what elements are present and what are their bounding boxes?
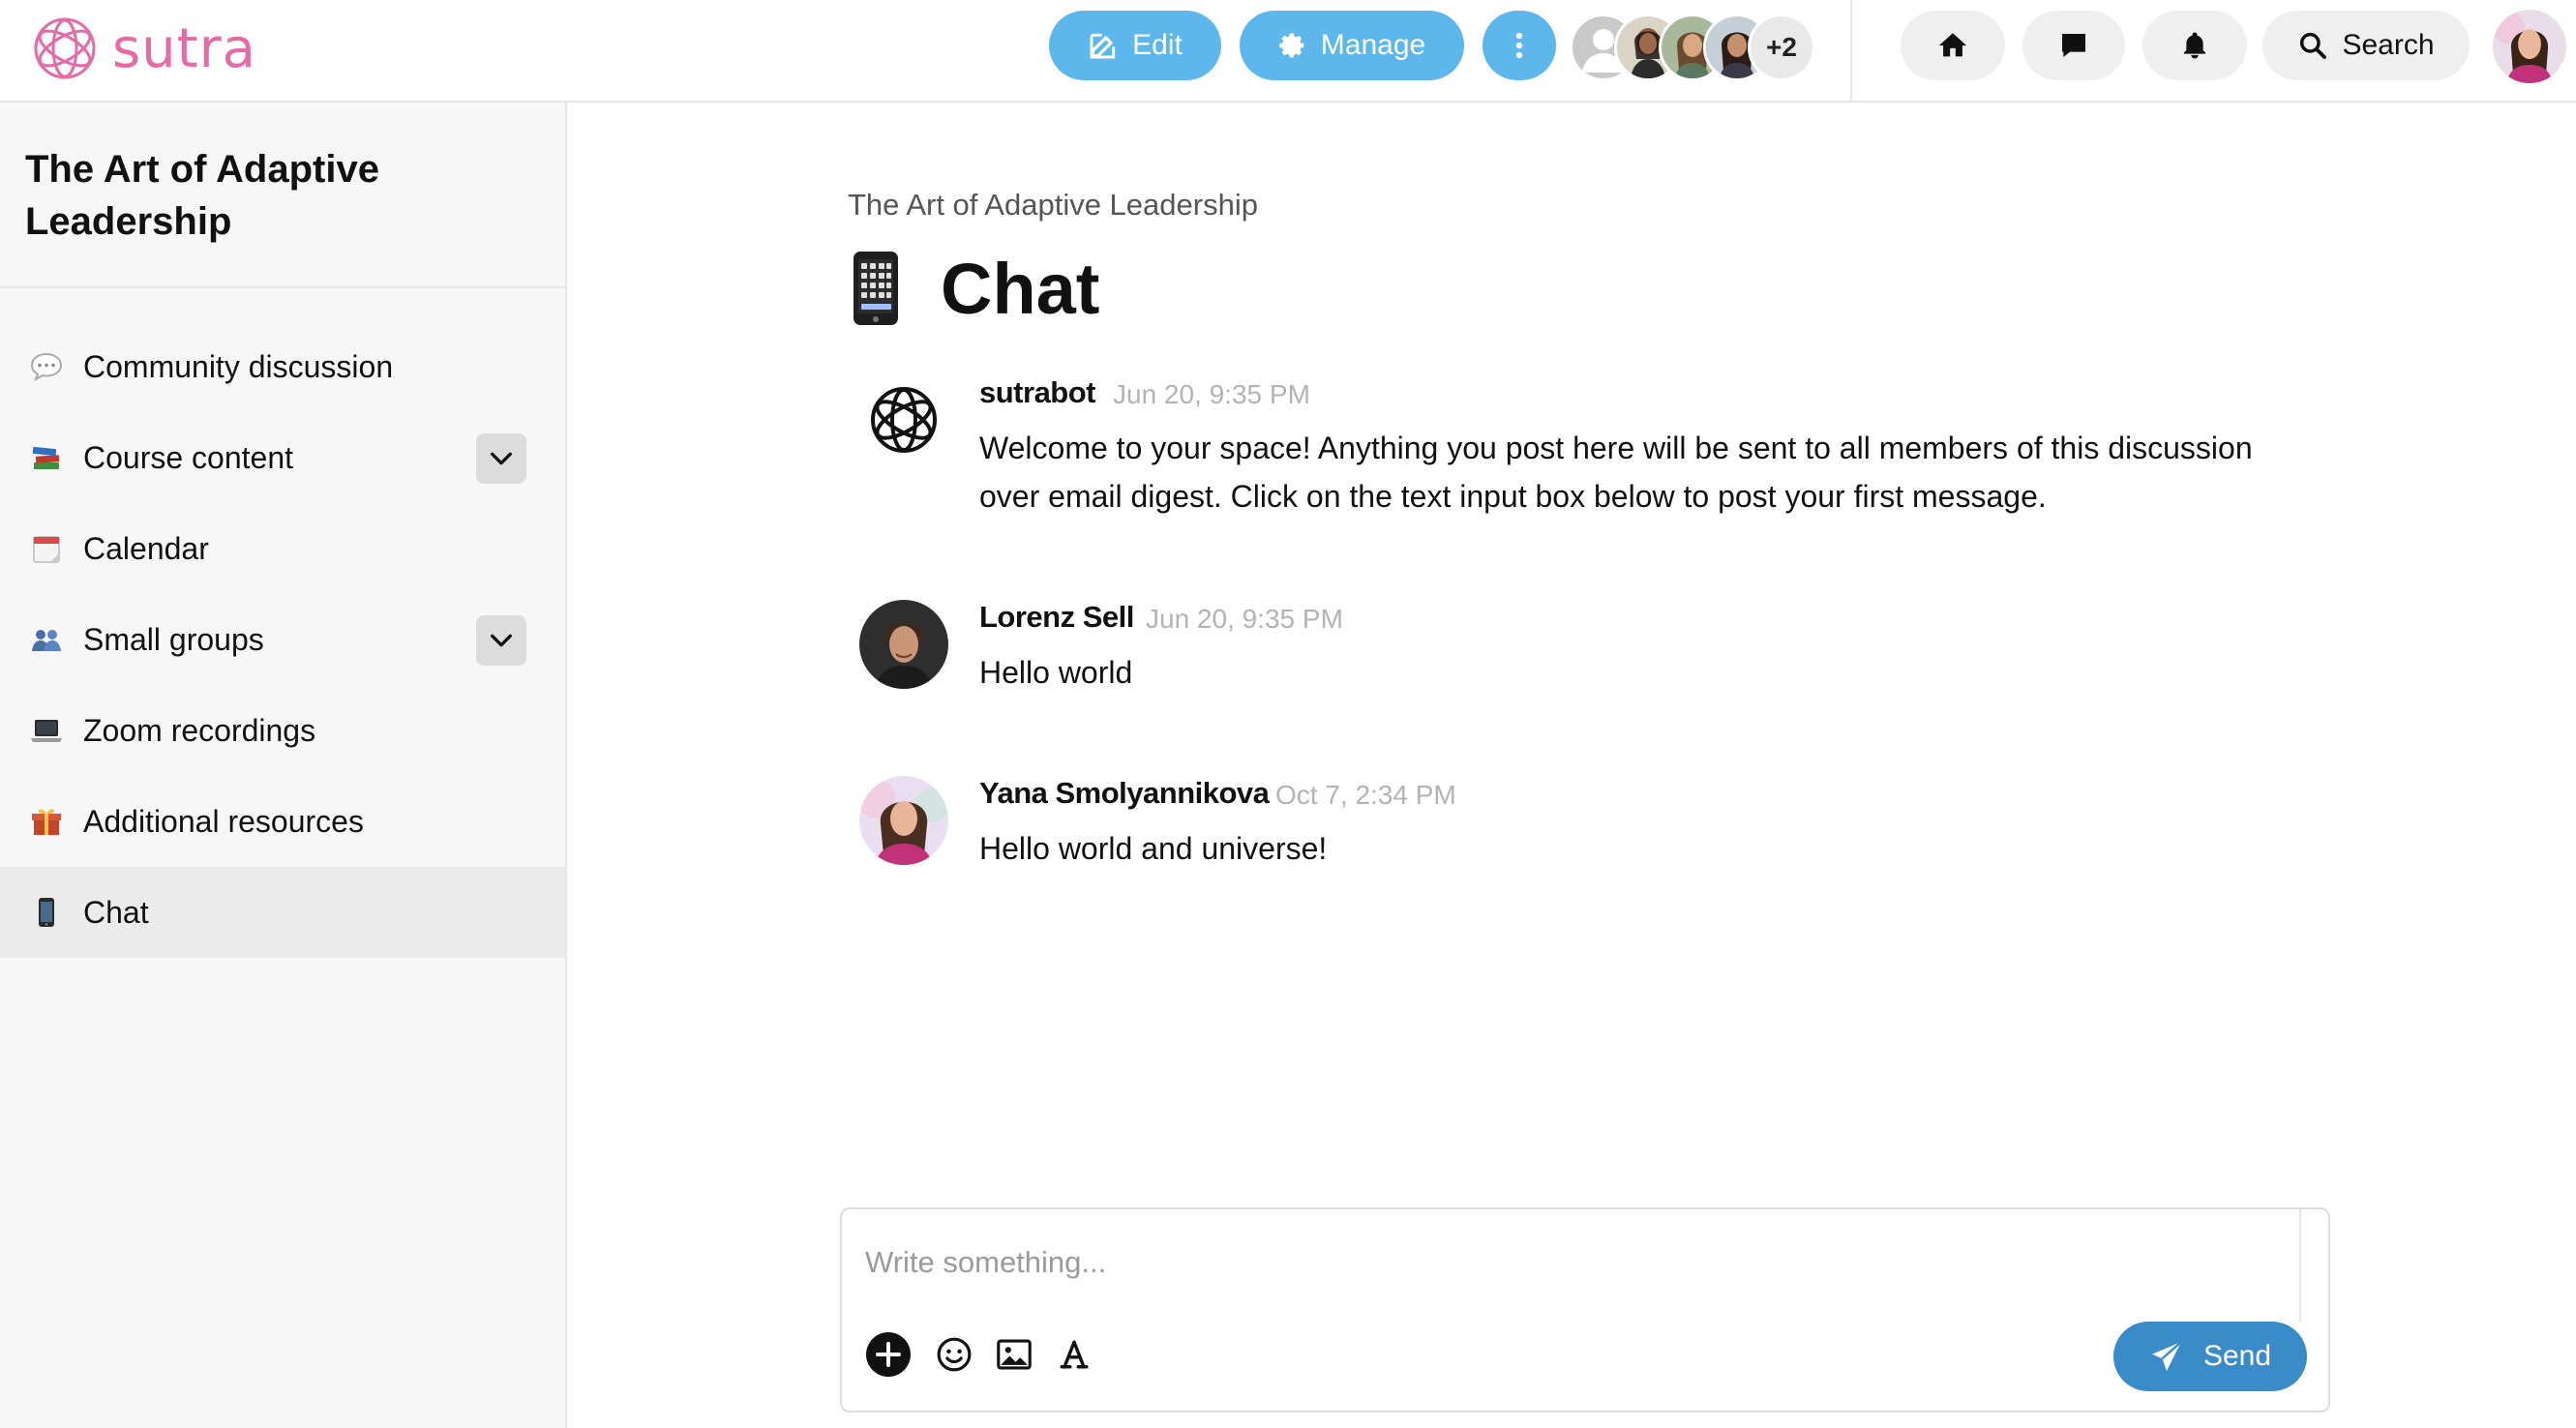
chat-message: Yana Smolyannikova Oct 7, 2:34 PM Hello … [859, 776, 2311, 873]
chat-bubble-icon [2062, 34, 2085, 57]
breadcrumb[interactable]: The Art of Adaptive Leadership [848, 188, 1258, 223]
header-divider [1850, 0, 1852, 103]
user-photo [859, 776, 948, 865]
emoji-button[interactable] [929, 1329, 979, 1380]
people-icon [32, 630, 61, 651]
sidebar-item-course-content[interactable]: Course content [0, 412, 565, 503]
gear-icon [1279, 33, 1304, 58]
sutra-logo-icon [859, 375, 948, 464]
sidebar-item-label: Additional resources [83, 803, 364, 839]
user-photo [2493, 10, 2566, 83]
sidebar-item-community-discussion[interactable]: Community discussion [0, 321, 565, 412]
sidebar-item-label: Small groups [83, 621, 264, 657]
send-button-label: Send [2202, 1340, 2272, 1372]
laptop-icon [31, 720, 62, 742]
lorenz-sell-avatar[interactable] [859, 600, 948, 689]
edit-button-label: Edit [1132, 29, 1183, 61]
send-button[interactable]: Send [2113, 1322, 2307, 1391]
sutra-logo-icon [34, 17, 96, 79]
chevron-down-icon [491, 634, 512, 647]
edit-icon [1090, 33, 1116, 59]
speech-balloon-icon [30, 352, 63, 382]
page-title: Chat [848, 242, 1099, 335]
sidebar-item-additional-resources[interactable]: Additional resources [0, 776, 565, 867]
vertical-dots-icon [1515, 32, 1523, 59]
chat-message: sutrabot Jun 20, 9:35 PM Welcome to your… [859, 375, 2311, 521]
message-time: Jun 20, 9:35 PM [1146, 604, 1343, 634]
message-author[interactable]: Yana Smolyannikova [979, 776, 1270, 811]
messages-button[interactable] [2022, 11, 2125, 80]
sutrabot-avatar[interactable] [859, 375, 948, 464]
message-body: Welcome to your space! Anything you post… [979, 431, 2253, 514]
sidebar-item-label: Calendar [83, 530, 209, 566]
home-icon [1938, 33, 1967, 57]
sidebar-item-zoom-recordings[interactable]: Zoom recordings [0, 685, 565, 776]
paper-plane-icon [2151, 1341, 2182, 1371]
search-button[interactable]: Search [2262, 11, 2470, 80]
sidebar-item-calendar[interactable]: Calendar [0, 503, 565, 594]
image-icon [997, 1339, 1032, 1370]
expand-small-groups-button[interactable] [476, 615, 526, 666]
books-icon [32, 446, 60, 469]
sidebar-item-label: Chat [83, 894, 149, 930]
search-icon [2300, 32, 2327, 59]
sidebar-item-small-groups[interactable]: Small groups [0, 594, 565, 685]
add-attachment-button[interactable] [863, 1329, 914, 1380]
message-author[interactable]: Lorenz Sell [979, 600, 1134, 635]
message-body: Hello world and universe! [979, 831, 1328, 866]
sidebar-nav: Community discussion Course content Cale… [0, 321, 565, 958]
yana-smolyannikova-avatar[interactable] [859, 776, 948, 865]
top-bar: sutra Edit Manage +2 Search [0, 0, 2576, 103]
sidebar-item-label: Zoom recordings [83, 712, 316, 748]
manage-button[interactable]: Manage [1240, 11, 1464, 80]
more-members-count[interactable]: +2 [1748, 14, 1815, 81]
manage-button-label: Manage [1320, 29, 1426, 61]
text-format-button[interactable] [1049, 1329, 1099, 1380]
bell-icon [2183, 32, 2206, 59]
gift-icon [32, 809, 61, 835]
message-composer: Send [840, 1207, 2330, 1413]
sidebar-divider [0, 286, 565, 288]
message-input[interactable] [863, 1231, 2280, 1294]
brand-name: sutra [112, 16, 256, 80]
font-format-icon [1060, 1340, 1089, 1369]
space-title[interactable]: The Art of Adaptive Leadership [25, 143, 528, 248]
sutra-logo[interactable]: sutra [33, 14, 256, 83]
notifications-button[interactable] [2142, 11, 2247, 80]
composer-scrollbar[interactable] [2299, 1209, 2328, 1322]
more-options-button[interactable] [1483, 11, 1556, 80]
sidebar-item-label: Community discussion [83, 348, 394, 384]
expand-course-content-button[interactable] [476, 433, 526, 484]
mobile-phone-icon [39, 898, 54, 927]
user-photo [859, 600, 948, 689]
page-title-text: Chat [941, 248, 1100, 329]
chevron-down-icon [491, 452, 512, 465]
edit-button[interactable]: Edit [1049, 11, 1221, 80]
user-avatar[interactable] [2493, 10, 2566, 83]
message-author[interactable]: sutrabot [979, 375, 1096, 410]
mobile-phone-icon [854, 252, 898, 325]
calendar-icon [33, 536, 60, 563]
home-button[interactable] [1901, 11, 2005, 80]
insert-image-button[interactable] [989, 1329, 1039, 1380]
chat-message: Lorenz Sell Jun 20, 9:35 PM Hello world [859, 600, 2311, 697]
space-members[interactable]: +2 [1570, 10, 1821, 83]
sidebar: The Art of Adaptive Leadership Community… [0, 103, 567, 1428]
smiley-icon [937, 1337, 972, 1372]
sidebar-item-chat[interactable]: Chat [0, 867, 565, 958]
search-button-label: Search [2342, 29, 2435, 61]
message-body: Hello world [979, 655, 1133, 690]
sidebar-item-label: Course content [83, 439, 294, 475]
message-time: Jun 20, 9:35 PM [1113, 379, 1310, 409]
message-time: Oct 7, 2:34 PM [1275, 780, 1456, 810]
plus-circle-icon [866, 1332, 911, 1377]
